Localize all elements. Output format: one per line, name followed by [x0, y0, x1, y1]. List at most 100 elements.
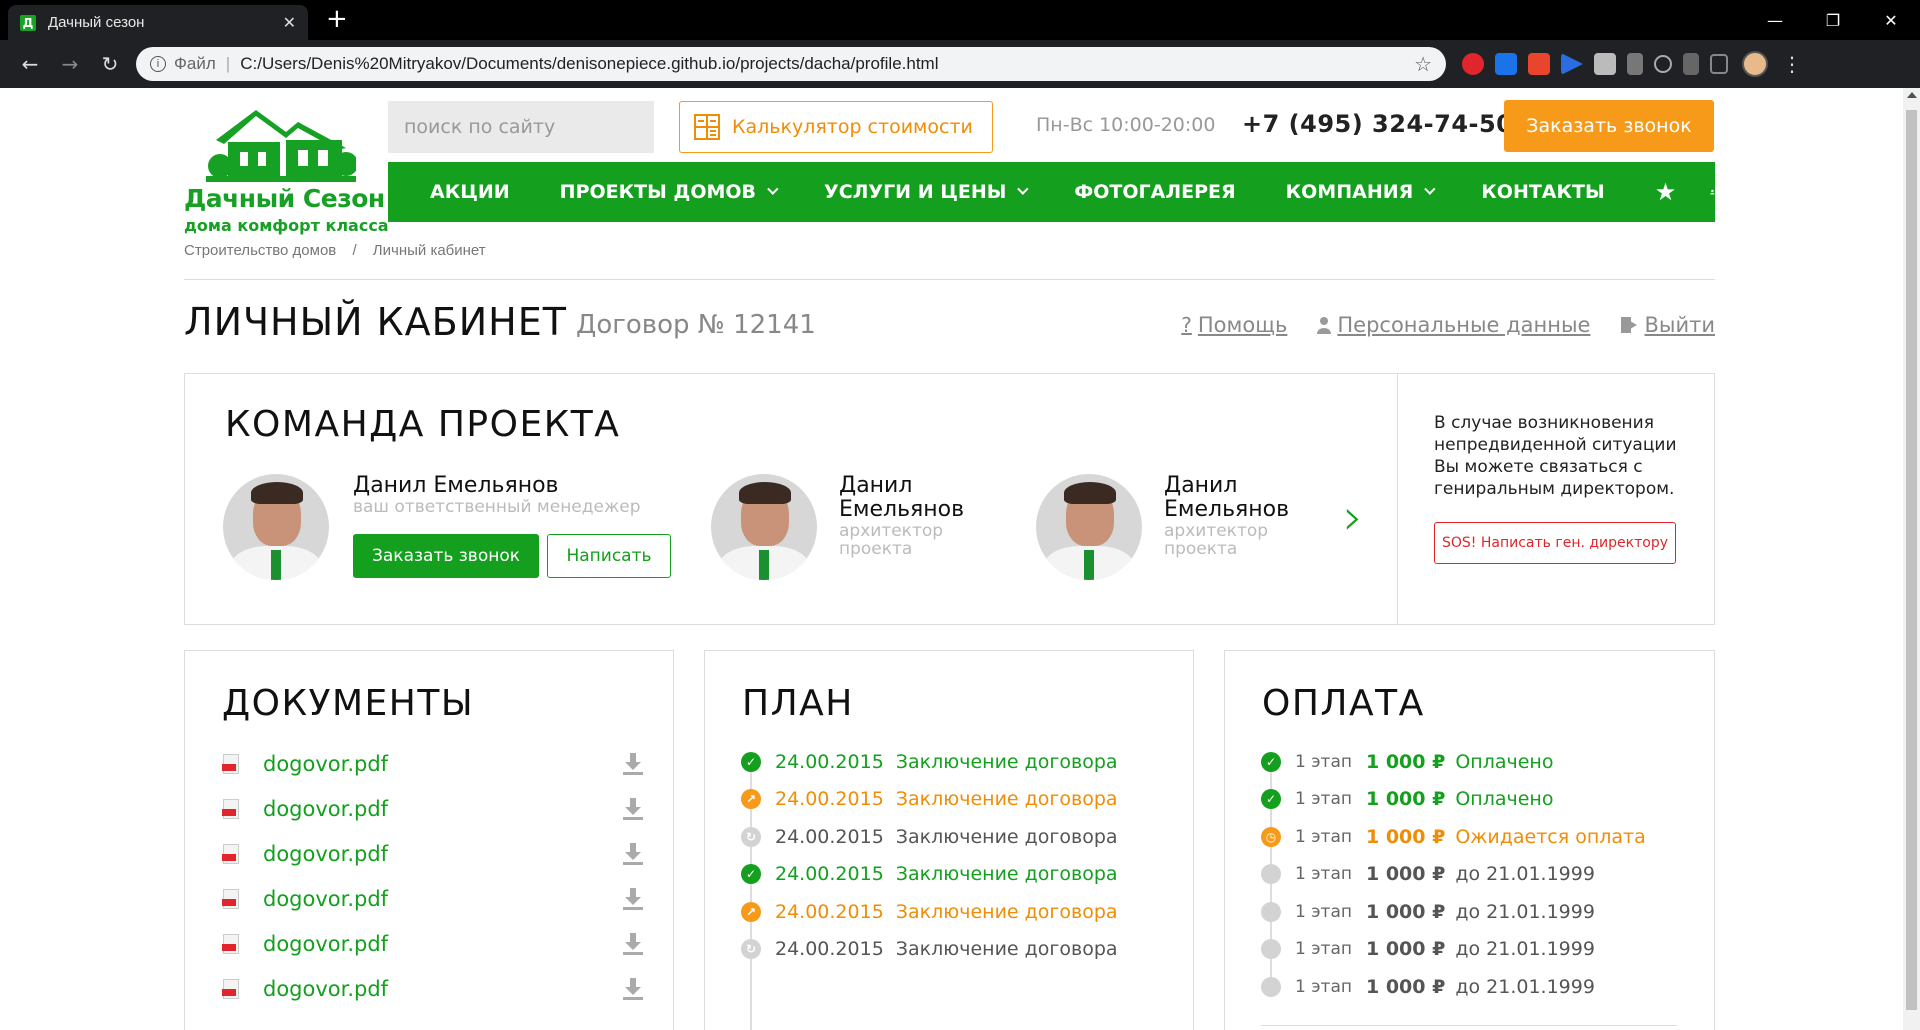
next-arrow-icon[interactable]: › [1343, 492, 1363, 542]
extension-icon[interactable] [1495, 53, 1517, 75]
director-note: В случае возникновения непредвиденной си… [1434, 413, 1677, 499]
member-name: Данил Емельянов [839, 473, 965, 522]
phone-number[interactable]: +7 (495) 324-74-50 [1242, 110, 1513, 138]
help-link[interactable]: ? Помощь [1181, 313, 1287, 337]
pending-dot-icon [1261, 901, 1281, 922]
bookmark-star-icon[interactable]: ☆ [1414, 52, 1432, 77]
step-text: Заключение договора [895, 938, 1118, 961]
minimize-icon[interactable]: — [1746, 0, 1804, 40]
account-links: ? Помощь Персональные данные Выйти [1181, 313, 1715, 337]
list-item[interactable]: dogovor.pdf [222, 921, 643, 966]
download-icon[interactable] [623, 932, 643, 955]
new-tab-button[interactable]: + [326, 6, 348, 32]
user-icon[interactable] [1710, 180, 1715, 204]
scrollbar-thumb[interactable] [1906, 110, 1917, 1010]
nav-item-services-prices[interactable]: УСЛУГИ И ЦЕНЫ [824, 181, 1029, 203]
payment-status: до 21.01.1999 [1455, 975, 1595, 998]
divider [1261, 1025, 1677, 1026]
download-icon[interactable] [623, 842, 643, 865]
check-icon: ✓ [741, 751, 761, 772]
page-scrollbar[interactable] [1903, 88, 1920, 1030]
list-item[interactable]: dogovor.pdf [222, 786, 643, 831]
search-input[interactable] [404, 116, 647, 138]
nav-item-label: ФОТОГАЛЕРЕЯ [1074, 181, 1236, 203]
forward-arrow-icon[interactable]: → [50, 52, 90, 76]
pending-icon: ↻ [741, 826, 761, 847]
download-icon[interactable] [623, 977, 643, 1000]
pdf-icon [222, 753, 241, 774]
nav-item-label: УСЛУГИ И ЦЕНЫ [824, 181, 1007, 203]
list-item[interactable]: dogovor.pdf [222, 966, 643, 1011]
tab-close-icon[interactable]: ✕ [283, 13, 296, 32]
document-name[interactable]: dogovor.pdf [263, 887, 623, 911]
logout-link[interactable]: Выйти [1620, 313, 1715, 337]
profile-avatar-icon[interactable] [1742, 51, 1768, 77]
browser-menu-icon[interactable]: ⋮ [1782, 52, 1802, 76]
extension-icon[interactable] [1654, 55, 1672, 73]
extension-icon[interactable] [1594, 53, 1616, 75]
extension-icon[interactable] [1528, 53, 1550, 75]
download-icon[interactable] [623, 887, 643, 910]
nav-item-house-projects[interactable]: ПРОЕКТЫ ДОМОВ [560, 181, 779, 203]
star-icon[interactable]: ★ [1655, 178, 1677, 206]
close-window-icon[interactable]: ✕ [1862, 0, 1920, 40]
back-arrow-icon[interactable]: ← [10, 52, 50, 76]
list-item[interactable]: dogovor.pdf [222, 741, 643, 786]
nav-item-promotions[interactable]: АКЦИИ [430, 181, 510, 203]
avatar [1036, 474, 1142, 580]
extension-icon[interactable] [1462, 53, 1484, 75]
download-icon[interactable] [623, 797, 643, 820]
step-date: 24.00.2015 [775, 825, 884, 848]
plan-step: ↗ 24.00.2015 Заключение договора [741, 893, 1118, 931]
plan-step: ✓ 24.00.2015 Заключение договора [741, 856, 1118, 894]
extension-icon[interactable] [1683, 53, 1699, 75]
plan-step: ↗ 24.00.2015 Заключение договора [741, 781, 1118, 819]
breadcrumb-home[interactable]: Строительство домов [184, 242, 336, 259]
list-item[interactable]: dogovor.pdf [222, 876, 643, 921]
extension-icon[interactable] [1561, 53, 1583, 75]
restore-icon[interactable]: ❐ [1804, 0, 1862, 40]
nav-item-contacts[interactable]: КОНТАКТЫ [1481, 181, 1604, 203]
browser-tab[interactable]: Д Дачный сезон ✕ [8, 5, 308, 40]
scroll-up-icon[interactable] [1907, 92, 1917, 98]
personal-data-link[interactable]: Персональные данные [1317, 313, 1590, 337]
nav-item-company[interactable]: КОМПАНИЯ [1286, 181, 1436, 203]
calculator-label: Калькулятор стоимости [732, 116, 973, 138]
in-progress-icon: ↗ [741, 789, 761, 810]
team-member: Данил Емельянов архитектор проекта [711, 474, 979, 580]
download-icon[interactable] [623, 752, 643, 775]
house-logo-icon [206, 110, 356, 182]
nav-item-gallery[interactable]: ФОТОГАЛЕРЕЯ [1074, 181, 1235, 203]
write-message-button[interactable]: Написать [547, 534, 671, 578]
document-name[interactable]: dogovor.pdf [263, 797, 623, 821]
address-bar[interactable]: i Файл | C:/Users/Denis%20Mitryakov/Docu… [136, 47, 1446, 81]
sos-button[interactable]: SOS! Написать ген. директору [1434, 522, 1676, 564]
pending-dot-icon [1261, 976, 1281, 997]
address-url[interactable]: C:/Users/Denis%20Mitryakov/Documents/den… [240, 54, 1414, 74]
chevron-down-icon [1017, 183, 1029, 195]
document-name[interactable]: dogovor.pdf [263, 932, 623, 956]
extension-icon[interactable] [1627, 53, 1643, 75]
pdf-icon [222, 843, 241, 864]
address-scheme: Файл [174, 54, 216, 73]
step-date: 24.00.2015 [775, 788, 884, 811]
document-list: dogovor.pdf dogovor.pdf dogovor.pdf dogo… [222, 741, 643, 1011]
list-item[interactable]: dogovor.pdf [222, 831, 643, 876]
info-icon[interactable]: i [150, 56, 166, 72]
plan-step: ↻ 24.00.2015 Заключение договора [741, 931, 1118, 969]
document-name[interactable]: dogovor.pdf [263, 752, 623, 776]
site-logo[interactable]: Дачный Сезон дома комфорт класса [184, 104, 389, 235]
in-progress-icon: ↗ [741, 901, 761, 922]
logout-label: Выйти [1644, 313, 1715, 337]
document-name[interactable]: dogovor.pdf [263, 977, 623, 1001]
extension-icon[interactable] [1710, 54, 1728, 74]
order-call-button[interactable]: Заказать звонок [1504, 100, 1714, 152]
document-name[interactable]: dogovor.pdf [263, 842, 623, 866]
reload-icon[interactable]: ↻ [90, 52, 130, 76]
order-call-button[interactable]: Заказать звонок [353, 534, 539, 578]
payment-stage: 1 этап [1295, 864, 1352, 885]
team-heading: КОМАНДА ПРОЕКТА [225, 404, 621, 445]
clock-icon: ◷ [1261, 826, 1281, 847]
calculator-button[interactable]: Калькулятор стоимости [679, 101, 993, 153]
step-date: 24.00.2015 [775, 750, 884, 773]
